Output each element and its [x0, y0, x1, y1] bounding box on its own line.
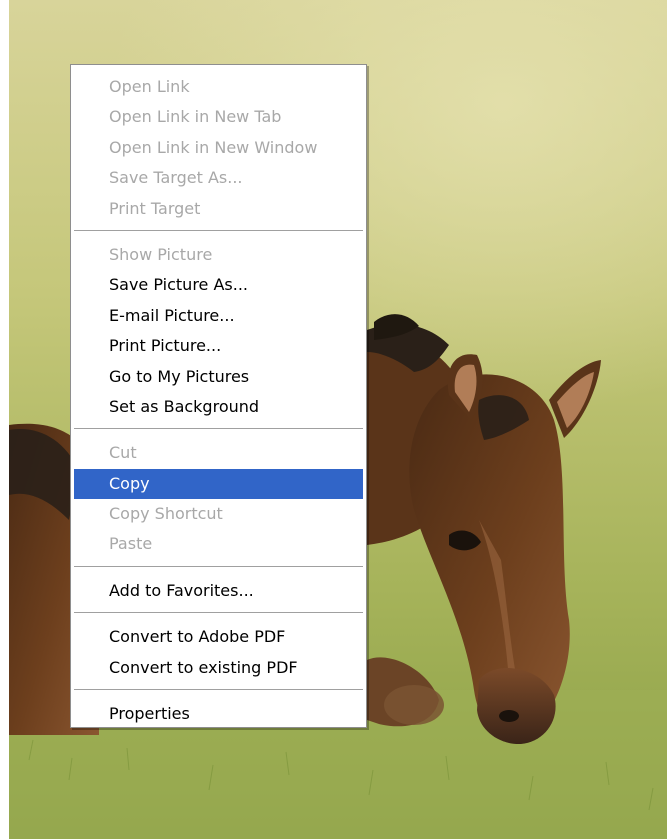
- menu-item-save-target-as: Save Target As...: [109, 168, 243, 188]
- menu-item-copy[interactable]: Copy: [74, 468, 363, 500]
- menu-separator: [74, 689, 363, 692]
- menu-item-open-link-new-tab: Open Link in New Tab: [109, 107, 282, 127]
- menu-item-open-link-new-window: Open Link in New Window: [109, 137, 318, 157]
- menu-item-paste: Paste: [109, 534, 153, 554]
- menu-item-print-target: Print Target: [109, 198, 201, 218]
- menu-item-print-picture[interactable]: Print Picture...: [74, 331, 363, 361]
- menu-item-open-link: Open Link: [109, 77, 190, 96]
- menu-item-properties[interactable]: Properties: [74, 699, 363, 729]
- menu-item-show-picture: Show Picture: [109, 244, 213, 264]
- context-menu: Open Link Open Link in New Tab Open Link…: [70, 64, 367, 728]
- menu-item-cut: Cut: [109, 443, 137, 463]
- menu-item-convert-to-adobe-pdf[interactable]: Convert to Adobe PDF: [74, 622, 363, 652]
- menu-item-go-to-my-pictures[interactable]: Go to My Pictures: [74, 362, 363, 392]
- menu-separator: [74, 229, 363, 232]
- menu-separator: [74, 428, 363, 431]
- screen: Open Link Open Link in New Tab Open Link…: [0, 0, 667, 839]
- menu-item-copy-shortcut: Copy Shortcut: [109, 504, 223, 524]
- menu-separator: [74, 612, 363, 615]
- menu-item-set-as-background[interactable]: Set as Background: [74, 392, 363, 422]
- menu-item-email-picture[interactable]: E-mail Picture...: [74, 301, 363, 331]
- menu-item-add-to-favorites[interactable]: Add to Favorites...: [74, 576, 363, 606]
- menu-item-convert-to-existing-pdf[interactable]: Convert to existing PDF: [74, 653, 363, 683]
- menu-item-save-picture-as[interactable]: Save Picture As...: [74, 270, 363, 300]
- menu-separator: [74, 565, 363, 568]
